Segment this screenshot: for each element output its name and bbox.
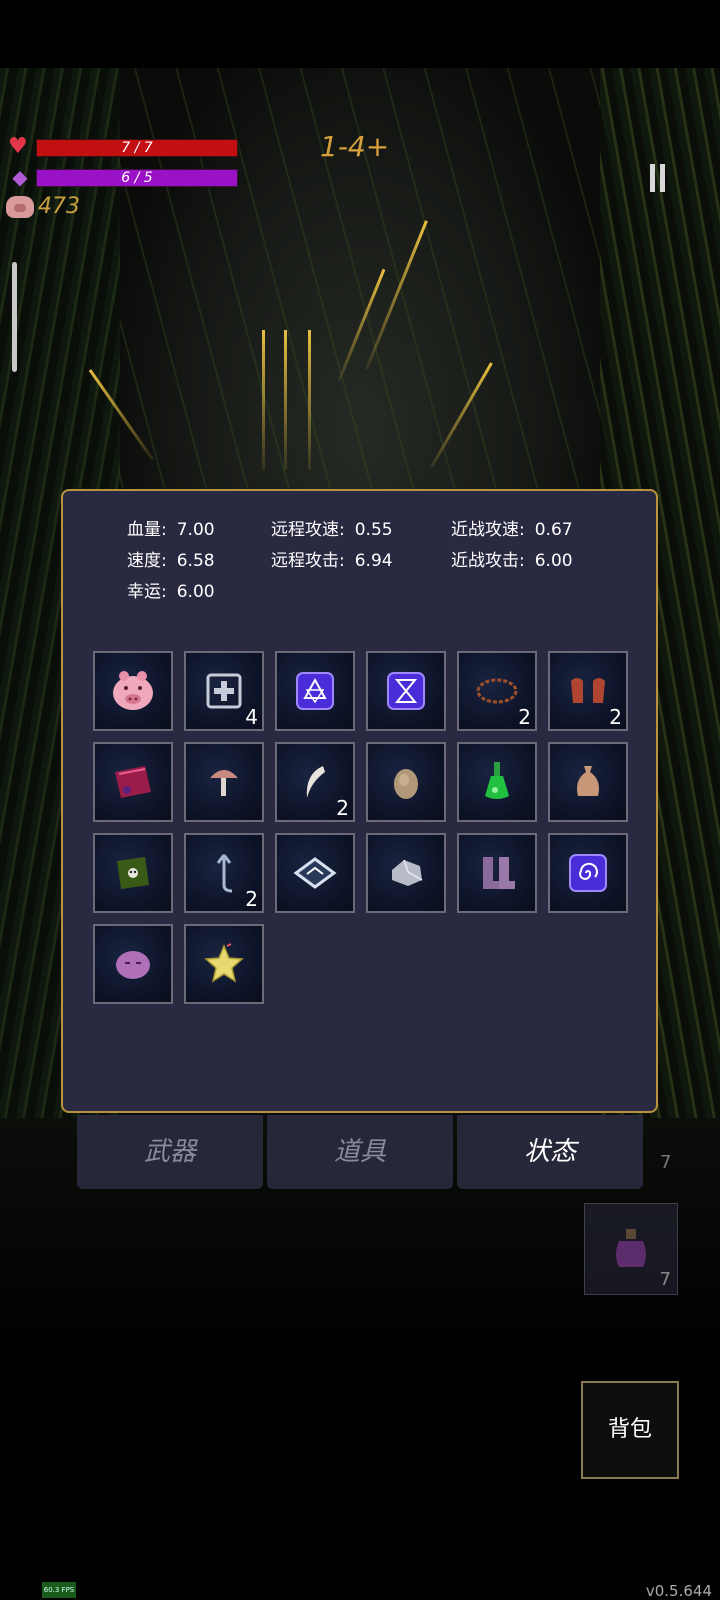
item-slot[interactable] (93, 833, 173, 913)
item-slot[interactable] (275, 833, 355, 913)
stat-melee-attack: 近战攻击: 6.00 (451, 546, 573, 571)
scroll-indicator[interactable] (12, 262, 17, 372)
stat-value: 7.00 (176, 520, 215, 540)
heart-icon: ♥ (8, 134, 28, 159)
rune-hourglass-icon (387, 672, 425, 710)
rune-spiral-icon (569, 854, 607, 892)
stat-value: 0.67 (534, 520, 573, 540)
item-slot[interactable] (366, 833, 446, 913)
quick-slot-count: 7 (660, 1152, 672, 1173)
item-slot[interactable] (93, 924, 173, 1004)
rune-triangle-icon (296, 672, 334, 710)
purple-potion-icon (616, 1229, 646, 1267)
health-bar: 7 / 7 (36, 139, 238, 157)
item-slot[interactable] (184, 742, 264, 822)
stat-ranged-attack: 远程攻击: 6.94 (271, 546, 393, 571)
status-panel: 血量: 7.00 远程攻速: 0.55 近战攻速: 0.67 速度: 6.58 远程攻击… (61, 489, 658, 1113)
item-slot[interactable] (548, 742, 628, 822)
item-slot[interactable] (93, 742, 173, 822)
coin-count: 473 (38, 194, 80, 219)
tab-props[interactable]: 道具 (267, 1115, 453, 1189)
purple-boots-icon (483, 857, 515, 889)
stat-value: 6.00 (534, 551, 573, 571)
fang-icon (306, 766, 325, 798)
stat-value: 6.00 (176, 582, 215, 602)
stat-label: 幸运: (127, 582, 167, 602)
stat-value: 6.94 (354, 551, 393, 571)
item-slot[interactable] (275, 651, 355, 731)
tab-weapons[interactable]: 武器 (77, 1115, 263, 1189)
item-count: 4 (245, 705, 258, 729)
stat-label: 远程攻速: (271, 520, 345, 540)
silver-ore-icon (392, 859, 423, 886)
stat-label: 速度: (127, 551, 167, 571)
stat-melee-speed: 近战攻速: 0.67 (451, 515, 573, 540)
item-slot[interactable] (366, 651, 446, 731)
item-slot[interactable] (457, 833, 537, 913)
item-slot[interactable] (93, 651, 173, 731)
stat-luck: 幸运: 6.00 (127, 577, 215, 602)
stat-speed: 速度: 6.58 (127, 546, 215, 571)
anchor-hook-icon (216, 854, 233, 893)
item-slot[interactable] (366, 742, 446, 822)
item-count: 2 (518, 705, 531, 729)
stat-value: 6.58 (176, 551, 215, 571)
pig-coin-icon (6, 196, 34, 218)
stat-value: 0.55 (354, 520, 393, 540)
arrow-projectile (262, 330, 265, 470)
item-slot[interactable] (548, 833, 628, 913)
item-count: 2 (245, 887, 258, 911)
item-slot[interactable]: 2 (457, 651, 537, 731)
item-slot[interactable]: 2 (275, 742, 355, 822)
star-gem-icon (204, 943, 244, 983)
version-label: v0.5.644 (645, 1582, 712, 1600)
bag-button[interactable]: 背包 (581, 1381, 679, 1479)
stat-hp: 血量: 7.00 (127, 515, 215, 540)
item-slot[interactable]: 4 (184, 651, 264, 731)
mana-text: 6 / 5 (121, 170, 153, 186)
red-gloves-icon (571, 678, 605, 703)
piggy-bank-icon (113, 671, 153, 710)
stat-ranged-speed: 远程攻速: 0.55 (271, 515, 393, 540)
arrow-projectile (284, 330, 287, 470)
thorn-crown-icon (476, 678, 518, 704)
mana-bar: 6 / 5 (36, 169, 238, 187)
item-slot[interactable]: 2 (548, 651, 628, 731)
egg-icon (394, 769, 418, 799)
mushroom-icon (210, 770, 238, 796)
pause-button[interactable] (648, 164, 668, 192)
arrow-projectile (308, 330, 311, 470)
item-count: 2 (336, 796, 349, 820)
item-slot[interactable] (457, 742, 537, 822)
item-slot[interactable] (184, 924, 264, 1004)
mana-gem-icon: ◆ (12, 165, 28, 189)
spellbook-red-icon (115, 766, 151, 798)
fps-counter: 60.3 FPS (42, 1582, 76, 1598)
stat-label: 近战攻击: (451, 551, 525, 571)
stat-label: 近战攻速: (451, 520, 525, 540)
stat-label: 血量: (127, 520, 167, 540)
level-label: 1-4+ (320, 130, 390, 163)
diamond-plate-icon (293, 857, 337, 889)
skull-book-icon (117, 857, 149, 889)
item-slot[interactable]: 2 (184, 833, 264, 913)
quick-slot[interactable]: 7 (584, 1203, 678, 1295)
sack-icon (577, 766, 599, 796)
green-potion-icon (485, 762, 509, 799)
stat-label: 远程攻击: (271, 551, 345, 571)
item-count: 2 (609, 705, 622, 729)
quick-slot-item-count: 7 (659, 1269, 671, 1290)
tab-status[interactable]: 状态 (457, 1115, 643, 1189)
heal-box-icon (206, 673, 242, 709)
health-text: 7 / 7 (121, 140, 153, 156)
pink-slime-icon (116, 951, 150, 979)
